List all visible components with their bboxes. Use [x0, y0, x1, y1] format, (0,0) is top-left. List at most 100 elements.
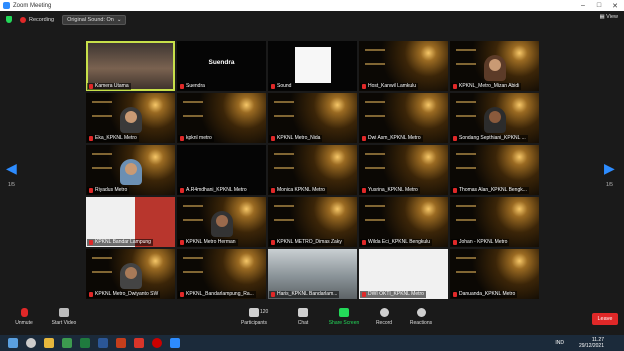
view-button[interactable]: ▦ View — [599, 14, 618, 20]
video-tile[interactable]: Thomas Alan_KPKNL Bengk... — [450, 145, 539, 195]
powerpoint-icon[interactable] — [116, 338, 126, 348]
muted-mic-icon — [89, 240, 93, 245]
video-tile[interactable]: KPKNL METRO_Dimas Zaky — [268, 197, 357, 247]
chat-label: Chat — [297, 320, 309, 326]
muted-mic-icon — [89, 292, 93, 297]
participant-name: KPKNL Metro_Nida — [277, 135, 321, 141]
meeting-topbar: Recording Original Sound: On ⌄ ▦ View — [0, 11, 624, 28]
video-tile[interactable]: KPKNL_Metro_Mizan Abidi — [450, 41, 539, 91]
participant-name: Sound — [277, 83, 292, 89]
video-tile[interactable]: Suendra Suendra — [177, 41, 266, 91]
security-shield-icon[interactable] — [6, 16, 12, 23]
muted-mic-icon — [453, 84, 457, 89]
video-tile[interactable]: A.R4mdhani_KPKNL Metro — [177, 145, 266, 195]
video-tile[interactable]: Haris_KPKNL Bandarlam... — [268, 249, 357, 299]
muted-mic-icon — [89, 188, 93, 193]
video-tile[interactable]: Wilda Eci_KPKNL Bengkulu — [359, 197, 448, 247]
share-screen-icon — [339, 308, 349, 317]
video-tile[interactable]: KPKNL Metro Herman — [177, 197, 266, 247]
system-clock[interactable]: 11.27 29/12/2021 — [579, 337, 604, 349]
participant-name: KPKNL METRO_Dimas Zaky — [277, 239, 342, 245]
video-tile[interactable]: Kamera Utama — [86, 41, 175, 91]
participant-nameplate: Yusrina_KPKNL Metro — [360, 187, 420, 194]
search-icon[interactable] — [26, 338, 36, 348]
muted-mic-icon — [271, 240, 275, 245]
participant-nameplate: Danuanda_KPKNL Metro — [451, 291, 518, 298]
video-tile[interactable]: kpknl metro — [177, 93, 266, 143]
video-tile[interactable]: Yusrina_KPKNL Metro — [359, 145, 448, 195]
page-indicator-right: 1/5 — [606, 182, 613, 188]
reactions-button[interactable]: Reactions — [397, 308, 445, 326]
participants-button[interactable]: Participants — [230, 308, 278, 326]
input-language-indicator[interactable]: IND — [555, 340, 564, 346]
participant-name: Suendra — [186, 83, 205, 89]
video-tile[interactable]: KPKNL_Bandarlampung_Ra... — [177, 249, 266, 299]
participant-name: Danuanda_KPKNL Metro — [459, 291, 516, 297]
minimize-icon[interactable]: – — [576, 0, 590, 11]
file-explorer-icon[interactable] — [44, 338, 54, 348]
leave-button[interactable]: Leave — [592, 313, 618, 325]
muted-mic-icon — [453, 136, 457, 141]
participant-name: A.R4mdhani_KPKNL Metro — [186, 187, 247, 193]
video-tile[interactable]: Monica KPKNL Metro — [268, 145, 357, 195]
participants-label: Participants — [240, 320, 268, 326]
video-tile[interactable]: Eka_KPKNL Metro — [86, 93, 175, 143]
close-icon[interactable]: ✕ — [608, 0, 622, 11]
video-camera-off-icon — [59, 308, 69, 317]
participant-nameplate: Eka_KPKNL Metro — [87, 135, 139, 142]
pdf-reader-icon[interactable] — [134, 338, 144, 348]
video-tile[interactable]: Host_Kanwil Lamkulu — [359, 41, 448, 91]
participant-nameplate: KPKNL METRO_Dimas Zaky — [269, 239, 344, 246]
muted-mic-icon — [453, 240, 457, 245]
participant-name: Wilda Eci_KPKNL Bengkulu — [368, 239, 431, 245]
participant-nameplate: KPKNL Metro_Nida — [269, 135, 323, 142]
participant-nameplate: Sondang Septhiani_KPKNL ... — [451, 135, 528, 142]
video-tile[interactable]: Sound — [268, 41, 357, 91]
muted-mic-icon — [453, 292, 457, 297]
excel-icon[interactable] — [80, 338, 90, 348]
video-tile[interactable]: Sondang Septhiani_KPKNL ... — [450, 93, 539, 143]
video-tile[interactable]: DWI OKTI_KPKNL Metro — [359, 249, 448, 299]
previous-page-arrow-icon[interactable]: ◀ — [6, 160, 17, 177]
original-sound-button[interactable]: Original Sound: On ⌄ — [62, 14, 127, 25]
participant-nameplate: kpknl metro — [178, 135, 214, 142]
next-page-arrow-icon[interactable]: ▶ — [604, 160, 615, 177]
muted-mic-icon — [89, 136, 93, 141]
video-tile[interactable]: Riyadus Metro — [86, 145, 175, 195]
page-indicator-left: 1/5 — [8, 182, 15, 188]
muted-mic-icon — [362, 240, 366, 245]
maximize-icon[interactable]: □ — [592, 0, 606, 11]
participant-nameplate: KPKNL Metro Herman — [178, 239, 238, 246]
muted-mic-icon — [271, 292, 275, 297]
muted-mic-icon — [180, 136, 184, 141]
video-tile[interactable]: KPKNL Metro_Nida — [268, 93, 357, 143]
video-tile[interactable]: KPKNL Bandar Lampung — [86, 197, 175, 247]
reactions-emoji-icon — [416, 308, 426, 317]
windows-start-icon[interactable] — [8, 338, 18, 348]
video-tile[interactable]: Danuanda_KPKNL Metro — [450, 249, 539, 299]
zoom-logo-icon — [3, 2, 10, 9]
participant-name: Kamera Utama — [95, 83, 129, 89]
recording-label: Recording — [29, 16, 55, 23]
participant-nameplate: Sound — [269, 83, 294, 90]
logo-image — [295, 47, 331, 83]
opera-icon[interactable] — [152, 338, 162, 348]
meeting-toolbar: Unmute Start Video Participants 120 Chat… — [0, 304, 624, 335]
muted-mic-icon — [180, 292, 184, 297]
window-title: Zoom Meeting — [13, 2, 52, 9]
muted-mic-icon — [180, 240, 184, 245]
window-titlebar: Zoom Meeting – □ ✕ — [0, 0, 624, 11]
video-grid: Kamera Utama Suendra Suendra Sound Host_… — [86, 41, 539, 301]
participant-name: Dwi Asm_KPKNL Metro — [368, 135, 421, 141]
participant-name: Host_Kanwil Lamkulu — [368, 83, 417, 89]
participant-name: Thomas Alan_KPKNL Bengk... — [459, 187, 527, 193]
video-tile[interactable]: Dwi Asm_KPKNL Metro — [359, 93, 448, 143]
participants-icon — [249, 308, 259, 317]
chrome-icon[interactable] — [62, 338, 72, 348]
start-video-button[interactable]: Start Video — [40, 308, 88, 326]
video-tile[interactable]: KPKNL Metro_Dwiyanto SW — [86, 249, 175, 299]
word-icon[interactable] — [98, 338, 108, 348]
zoom-app-icon[interactable] — [170, 338, 180, 348]
participant-name: Yusrina_KPKNL Metro — [368, 187, 418, 193]
video-tile[interactable]: Johan - KPKNL Metro — [450, 197, 539, 247]
